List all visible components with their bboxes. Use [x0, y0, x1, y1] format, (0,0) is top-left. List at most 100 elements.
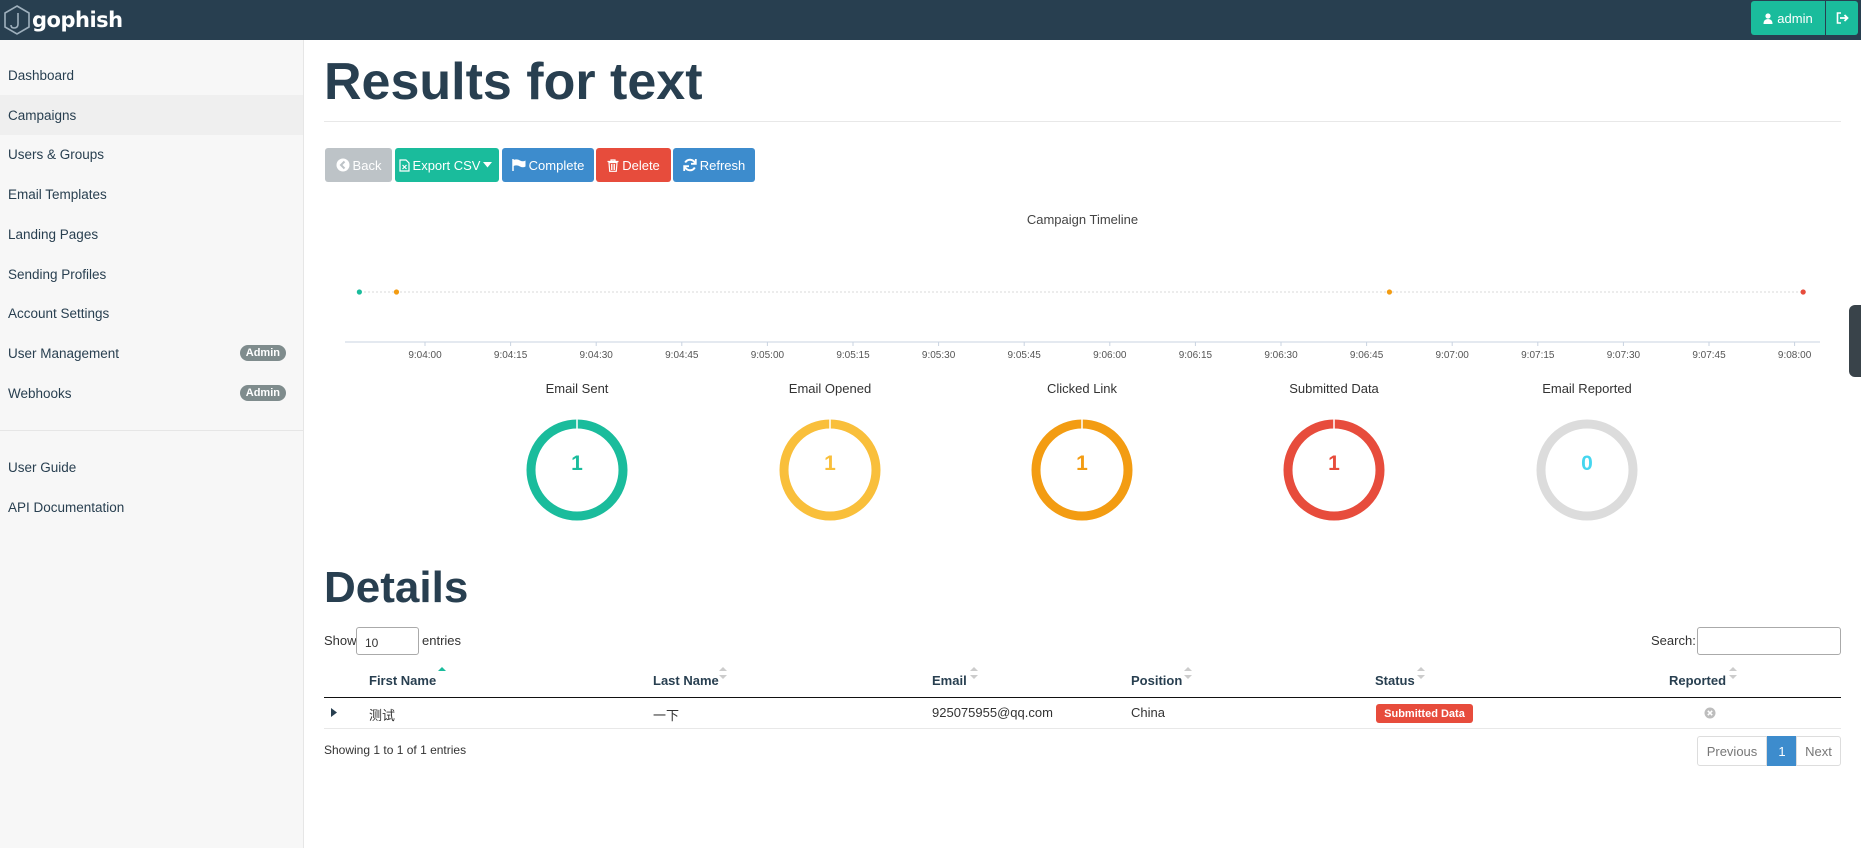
pagination-previous[interactable]: Previous [1697, 736, 1767, 766]
timeline-tick-label: 9:07:15 [1521, 350, 1555, 361]
sidebar-divider [0, 430, 303, 431]
expand-row-icon[interactable] [331, 708, 337, 717]
timeline-svg: 9:04:00 9:04:15 9:04:30 9:04:45 9:05:00 9:05:… [345, 289, 1820, 361]
timeline-tick-label: 9:06:45 [1350, 350, 1384, 361]
timeline-ticks: 9:04:00 9:04:15 9:04:30 9:04:45 9:05:00 9:05:… [408, 342, 1812, 361]
search-input[interactable] [1697, 627, 1841, 655]
column-header-email[interactable]: Email [932, 673, 967, 688]
back-button[interactable]: Back [325, 148, 392, 182]
stat-label: Email Opened [788, 381, 872, 396]
sidebar-item-label: Campaigns [8, 107, 77, 123]
user-menu-button[interactable]: admin [1751, 1, 1825, 35]
sidebar-item-webhooks[interactable]: Webhooks Admin [0, 373, 303, 413]
column-header-status[interactable]: Status [1375, 673, 1415, 688]
timeline-event-point[interactable] [1386, 289, 1393, 295]
side-scroll-widget[interactable] [1849, 305, 1861, 377]
stat-value: 1 [1328, 452, 1340, 475]
trash-icon [607, 158, 619, 172]
gophish-logo-icon [4, 5, 30, 35]
stat-value: 0 [1581, 452, 1593, 475]
timeline-tick-label: 9:04:30 [580, 350, 614, 361]
column-header-reported[interactable]: Reported [1669, 673, 1726, 688]
timeline-tick-label: 9:05:15 [836, 350, 870, 361]
not-reported-icon [1704, 707, 1716, 719]
sort-icon[interactable] [719, 667, 727, 679]
cell-position: China [1131, 705, 1165, 720]
timeline-tick-label: 9:06:15 [1179, 350, 1213, 361]
sidebar-item-sending-profiles[interactable]: Sending Profiles [0, 254, 303, 294]
timeline-tick-label: 9:06:00 [1093, 350, 1127, 361]
export-csv-button[interactable]: Export CSV [395, 148, 499, 182]
search-label: Search: [1651, 633, 1696, 648]
sort-asc-icon[interactable] [438, 667, 446, 677]
timeline-tick-label: 9:05:30 [922, 350, 956, 361]
sidebar-item-label: User Management [8, 345, 120, 361]
sidebar-item-api-documentation[interactable]: API Documentation [0, 487, 303, 527]
stat-label: Submitted Data [1289, 381, 1379, 396]
sidebar-item-label: Email Templates [8, 186, 107, 202]
timeline-tick-label: 9:04:00 [408, 350, 442, 361]
sidebar-item-label: User Guide [8, 459, 77, 475]
timeline-tick-label: 9:07:30 [1607, 350, 1641, 361]
sidebar-item-email-templates[interactable]: Email Templates [0, 174, 303, 214]
refresh-button[interactable]: Refresh [673, 148, 755, 182]
arrow-circle-left-icon [336, 158, 350, 172]
timeline-tick-label: 9:04:45 [665, 350, 699, 361]
sidebar-item-label: Webhooks [8, 385, 72, 401]
timeline-title: Campaign Timeline [1026, 212, 1139, 227]
timeline-tick-label: 9:05:45 [1008, 350, 1042, 361]
export-csv-label: Export CSV [412, 157, 481, 173]
cell-first-name: 测试 [369, 708, 396, 723]
column-header-last-name[interactable]: Last Name [653, 673, 719, 688]
sidebar-item-label: API Documentation [8, 499, 125, 515]
pagination-page-1[interactable]: 1 [1767, 736, 1797, 766]
column-header-first-name[interactable]: First Name [369, 673, 436, 688]
sidebar-item-dashboard[interactable]: Dashboard [0, 55, 303, 95]
column-header-position[interactable]: Position [1131, 673, 1182, 688]
complete-button-label: Complete [528, 157, 585, 173]
file-excel-icon [398, 158, 410, 172]
sidebar-item-label: Landing Pages [8, 226, 99, 242]
details-title: Details [324, 563, 469, 612]
timeline-event-point[interactable] [393, 289, 400, 295]
timeline-tick-label: 9:06:30 [1264, 350, 1298, 361]
sort-icon[interactable] [1729, 667, 1737, 679]
stat-value: 1 [824, 452, 836, 475]
pagination-next[interactable]: Next [1796, 736, 1841, 766]
sidebar-item-campaigns[interactable]: Campaigns [0, 95, 303, 135]
timeline-tick-label: 9:08:00 [1778, 350, 1812, 361]
page-length-select[interactable]: 10 [356, 627, 419, 655]
timeline-tick-label: 9:04:15 [494, 350, 528, 361]
delete-button[interactable]: Delete [596, 148, 671, 182]
refresh-button-label: Refresh [699, 157, 746, 173]
delete-button-label: Delete [622, 157, 660, 173]
user-menu-label: admin [1777, 10, 1813, 26]
complete-button[interactable]: Complete [502, 148, 594, 182]
stat-value: 1 [1076, 452, 1088, 475]
brand-name: gophish [32, 8, 123, 32]
table-row-divider [324, 728, 1841, 729]
sidebar-item-user-guide[interactable]: User Guide [0, 447, 303, 487]
timeline-event-point[interactable] [1800, 289, 1806, 295]
sidebar: Dashboard Campaigns Users & Groups Email… [0, 40, 304, 848]
timeline-tick-label: 9:05:00 [751, 350, 785, 361]
timeline-tick-label: 9:07:45 [1692, 350, 1726, 361]
sidebar-item-users-groups[interactable]: Users & Groups [0, 134, 303, 174]
sort-icon[interactable] [1417, 667, 1425, 679]
timeline-event-point[interactable] [356, 289, 362, 295]
table-header-divider [324, 697, 1841, 698]
cell-last-name: 一下 [653, 708, 680, 723]
timeline-tick-label: 9:07:00 [1436, 350, 1470, 361]
sidebar-item-account-settings[interactable]: Account Settings [0, 293, 303, 333]
entries-label: entries [422, 633, 462, 648]
table-info: Showing 1 to 1 of 1 entries [324, 743, 467, 757]
logout-button[interactable] [1826, 1, 1858, 35]
show-label: Show [324, 633, 357, 648]
user-icon [1763, 12, 1773, 24]
sidebar-item-user-management[interactable]: User Management Admin [0, 333, 303, 373]
stat-label: Email Reported [1542, 381, 1632, 396]
brand-logo[interactable]: gophish [4, 3, 123, 37]
sort-icon[interactable] [1184, 667, 1192, 679]
stat-value: 1 [571, 452, 583, 475]
sort-icon[interactable] [970, 667, 978, 679]
